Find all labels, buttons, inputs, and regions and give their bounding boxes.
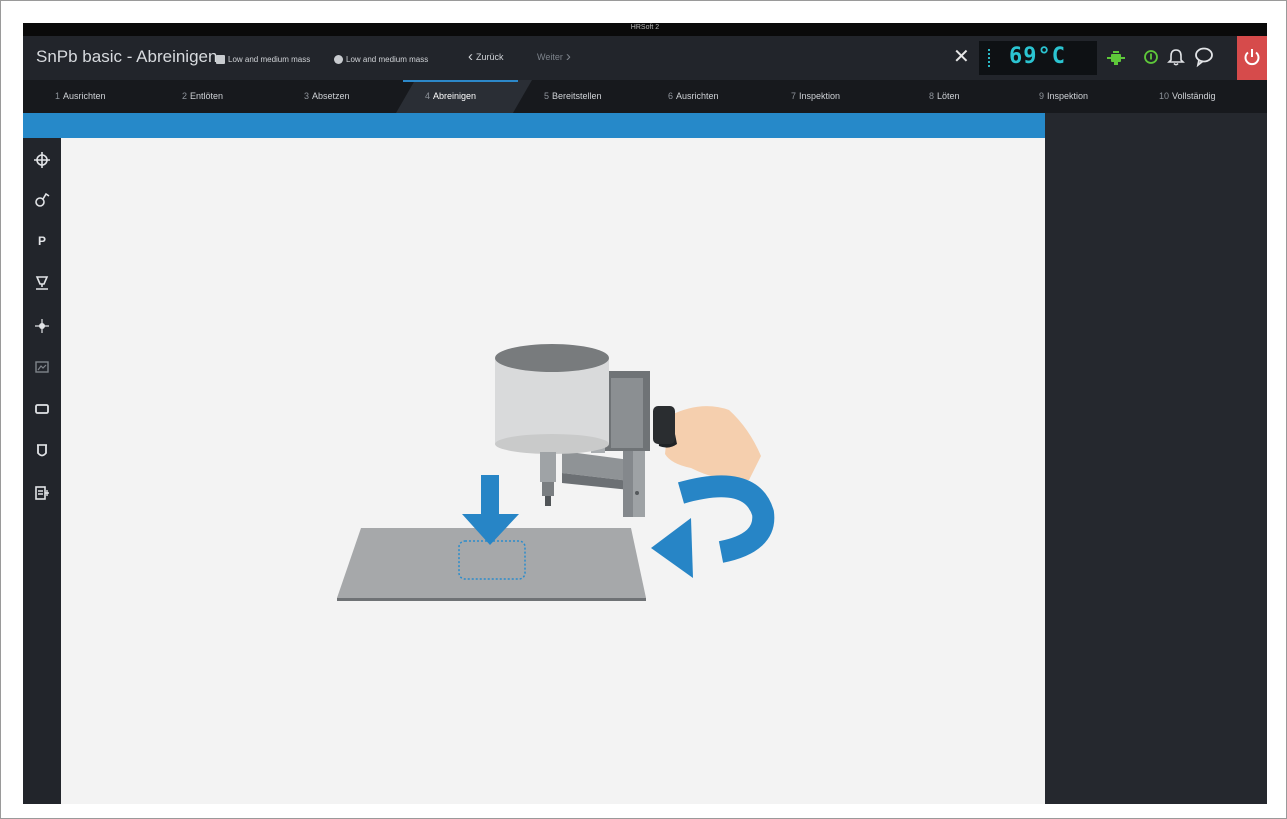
nozzle-chip[interactable]: Low and medium mass [334,53,428,65]
cup-icon[interactable] [32,441,52,461]
step-9[interactable]: 9 Inspektion [1039,80,1088,113]
down-arrow-icon [481,475,499,516]
step-8[interactable]: 8 Löten [929,80,960,113]
step-label: Vollständig [1172,91,1216,101]
power-icon [1244,49,1260,66]
screenshot-frame: HRSoft 2 SnPb basic - Abreinigen Low and… [0,0,1287,819]
profile-icon[interactable] [32,483,52,503]
step-label: Abreinigen [433,91,477,101]
step-number: 2 [182,91,188,101]
close-icon[interactable]: ✕ [953,47,970,67]
info-icon[interactable] [1143,49,1159,65]
temperature-indicator [988,49,993,67]
instruction-canvas [61,138,1045,804]
chevron-right-icon: › [565,48,571,65]
align-icon[interactable] [32,150,52,170]
step-number: 9 [1039,91,1045,101]
power-button[interactable] [1237,36,1267,80]
window-titlebar: HRSoft 2 [23,23,1267,36]
step-number: 5 [544,91,550,101]
step-10[interactable]: 10 Vollständig [1159,80,1216,113]
nozzle-chip-label: Low and medium mass [346,54,429,64]
p-icon[interactable]: P [32,231,52,251]
step-label: Inspektion [1047,91,1089,101]
bell-icon[interactable] [1167,47,1185,67]
step-number: 3 [304,91,310,101]
step-progress-bar [23,113,1045,138]
step-label: Ausrichten [63,91,106,101]
step-label: Entlöten [190,91,224,101]
cleaning-illustration [337,344,775,601]
forward-button[interactable]: Weiter › [537,48,571,65]
temperature-display: 69°C [979,41,1097,75]
camera-icon[interactable] [32,357,52,377]
workflow-steps: 1 Ausrichten 2 Entlöten 3 Absetzen 4 Abreini… [23,80,1267,113]
back-label: Zurück [476,52,504,62]
nozzle-tool-icon[interactable] [32,273,52,293]
step-number: 1 [55,91,61,101]
step-3[interactable]: 3 Absetzen [304,80,350,113]
forward-label: Weiter [537,52,563,62]
step-number: 8 [929,91,935,101]
step-2[interactable]: 2 Entlöten [182,80,223,113]
step-number: 7 [791,91,797,101]
app-window: HRSoft 2 SnPb basic - Abreinigen Low and… [23,23,1267,804]
step-number: 6 [668,91,674,101]
nozzle-icon [334,54,343,64]
temperature-value: 69°C [1009,44,1066,69]
step-number: 10 [1159,91,1170,101]
tool-sidebar: P [23,138,61,804]
step-1[interactable]: 1 Ausrichten [55,80,106,113]
heater-icon[interactable] [1107,49,1125,67]
step-label: Absetzen [312,91,350,101]
header-bar: SnPb basic - Abreinigen Low and medium m… [23,36,1267,80]
crosshair-icon[interactable] [32,316,52,336]
rectangle-icon[interactable] [32,399,52,419]
step-label: Ausrichten [676,91,719,101]
window-title: HRSoft 2 [630,24,660,31]
step-5[interactable]: 5 Bereitstellen [544,80,602,113]
component-chip-label: Low and medium mass [228,54,311,64]
hand [665,406,761,481]
step-7[interactable]: 7 Inspektion [791,80,840,113]
step-label: Bereitstellen [552,91,602,101]
chevron-left-icon: ‹ [468,48,473,65]
right-panel [1045,113,1267,804]
step-6[interactable]: 6 Ausrichten [668,80,719,113]
step-label: Löten [937,91,960,101]
chat-icon[interactable] [1193,46,1215,68]
step-number: 4 [425,91,431,101]
step-label: Inspektion [799,91,841,101]
page-title: SnPb basic - Abreinigen [36,47,218,66]
vacuum-icon[interactable] [32,190,52,210]
component-icon [216,54,225,64]
step-4[interactable]: 4 Abreinigen [425,80,476,113]
rotate-arrow-icon [677,475,775,563]
back-button[interactable]: ‹ Zurück [468,48,504,65]
component-chip[interactable]: Low and medium mass [216,53,310,65]
